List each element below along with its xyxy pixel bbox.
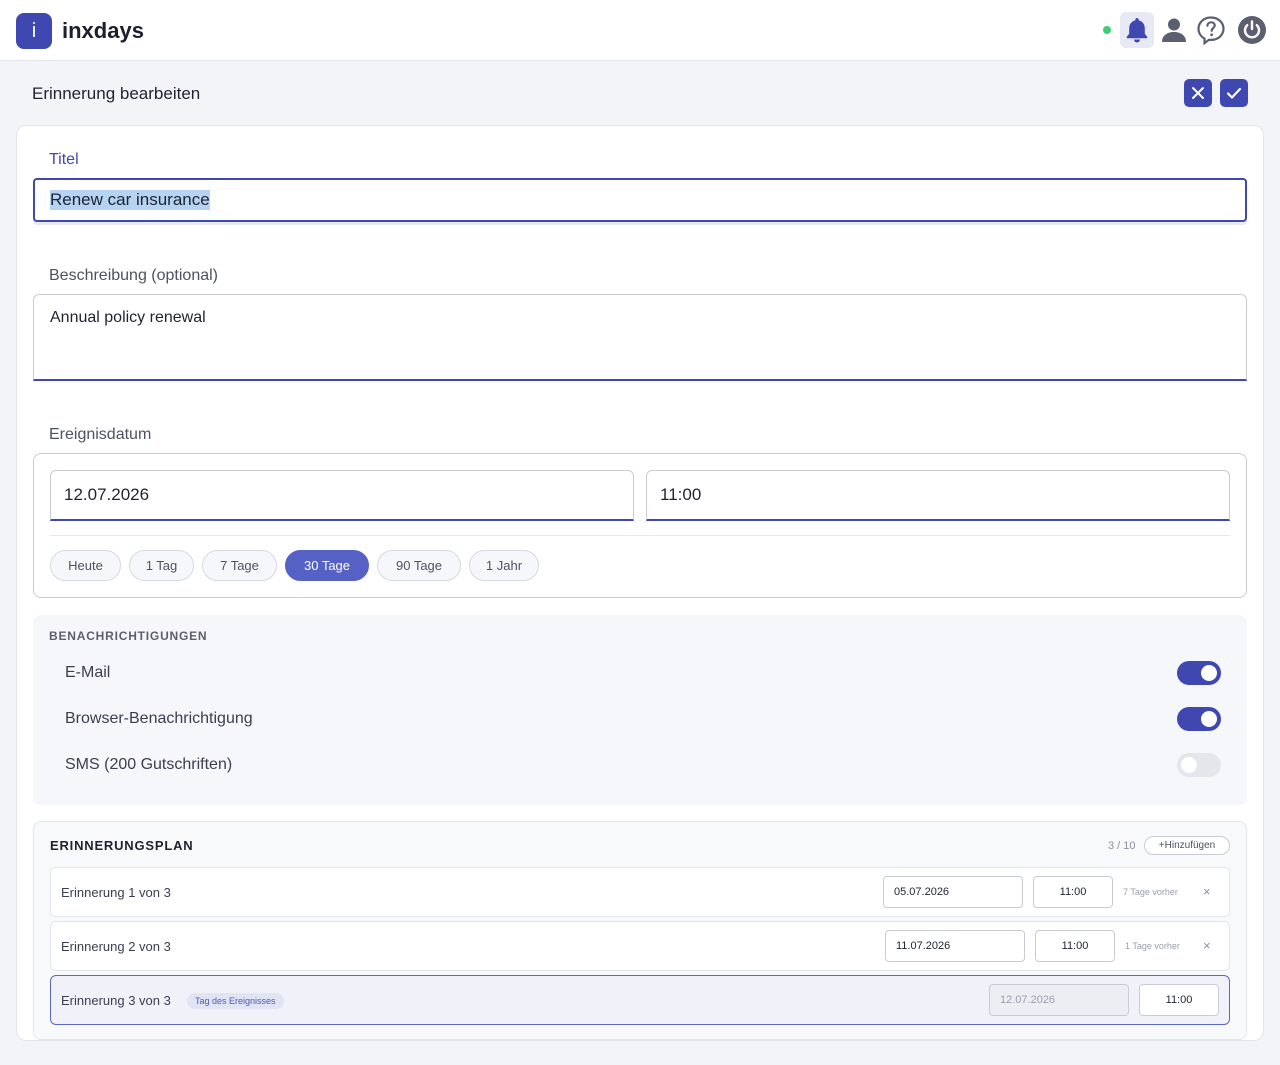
page-title: Erinnerung bearbeiten (32, 84, 201, 103)
divider (50, 535, 1230, 536)
cancel-button[interactable] (1184, 79, 1212, 107)
reminder-time-input[interactable]: 11:00 (1035, 930, 1115, 962)
remove-reminder-button[interactable]: × (1203, 884, 1211, 899)
help-icon[interactable] (1194, 12, 1228, 48)
power-icon[interactable] (1235, 12, 1269, 48)
user-icon[interactable] (1157, 12, 1191, 48)
chip-90-days[interactable]: 90 Tage (377, 550, 461, 581)
email-notification-label: E-Mail (65, 664, 111, 681)
top-bar (0, 0, 1280, 61)
reminder-date-input: 12.07.2026 (989, 984, 1129, 1016)
description-textarea[interactable]: Annual policy renewal (33, 294, 1247, 381)
browser-notification-toggle[interactable] (1177, 707, 1221, 731)
chip-today[interactable]: Heute (50, 550, 121, 581)
add-reminder-button[interactable]: +Hinzufügen (1144, 836, 1230, 855)
reminder-plan-heading: ERINNERUNGSPLAN (50, 838, 194, 853)
app-name: inxdays (62, 18, 144, 43)
chip-1-day[interactable]: 1 Tag (129, 550, 194, 581)
event-day-badge: Tag des Ereignisses (187, 993, 284, 1009)
check-icon (1226, 87, 1242, 99)
title-input[interactable]: Renew car insurance (33, 178, 1247, 222)
reminder-label: Erinnerung 3 von 3 (61, 993, 171, 1008)
reminder-date-input[interactable]: 11.07.2026 (885, 930, 1025, 962)
remove-reminder-button[interactable]: × (1203, 938, 1211, 953)
title-input-value: Renew car insurance (50, 190, 210, 210)
sms-notification-label: SMS (200 Gutschriften) (65, 756, 233, 773)
event-date-input[interactable]: 12.07.2026 (50, 470, 634, 521)
browser-notification-label: Browser-Benachrichtigung (65, 710, 253, 727)
sms-notification-toggle[interactable] (1177, 753, 1221, 777)
reminder-date-input[interactable]: 05.07.2026 (883, 876, 1023, 908)
reminder-label: Erinnerung 2 von 3 (61, 939, 171, 954)
email-notification-toggle[interactable] (1177, 661, 1221, 685)
save-button[interactable] (1220, 79, 1248, 107)
notifications-heading: BENACHRICHTIGUNGEN (49, 629, 208, 643)
chip-1-year[interactable]: 1 Jahr (469, 550, 539, 581)
app-logo[interactable]: i (16, 13, 52, 49)
reminder-offset: 7 Tage vorher (1123, 887, 1178, 897)
close-icon (1192, 87, 1204, 99)
event-date-label: Ereignisdatum (49, 426, 152, 443)
title-label: Titel (49, 151, 79, 168)
event-time-input[interactable]: 11:00 (646, 470, 1230, 521)
reminder-time-input[interactable]: 11:00 (1139, 984, 1219, 1016)
online-status-dot (1103, 26, 1111, 34)
chip-7-days[interactable]: 7 Tage (202, 550, 277, 581)
reminder-count: 3 / 10 (1108, 840, 1136, 852)
bell-icon[interactable] (1120, 12, 1154, 48)
description-label: Beschreibung (optional) (49, 267, 218, 284)
reminder-time-input[interactable]: 11:00 (1033, 876, 1113, 908)
chip-30-days[interactable]: 30 Tage (285, 550, 369, 581)
reminder-offset: 1 Tage vorher (1125, 941, 1180, 951)
reminder-label: Erinnerung 1 von 3 (61, 885, 171, 900)
